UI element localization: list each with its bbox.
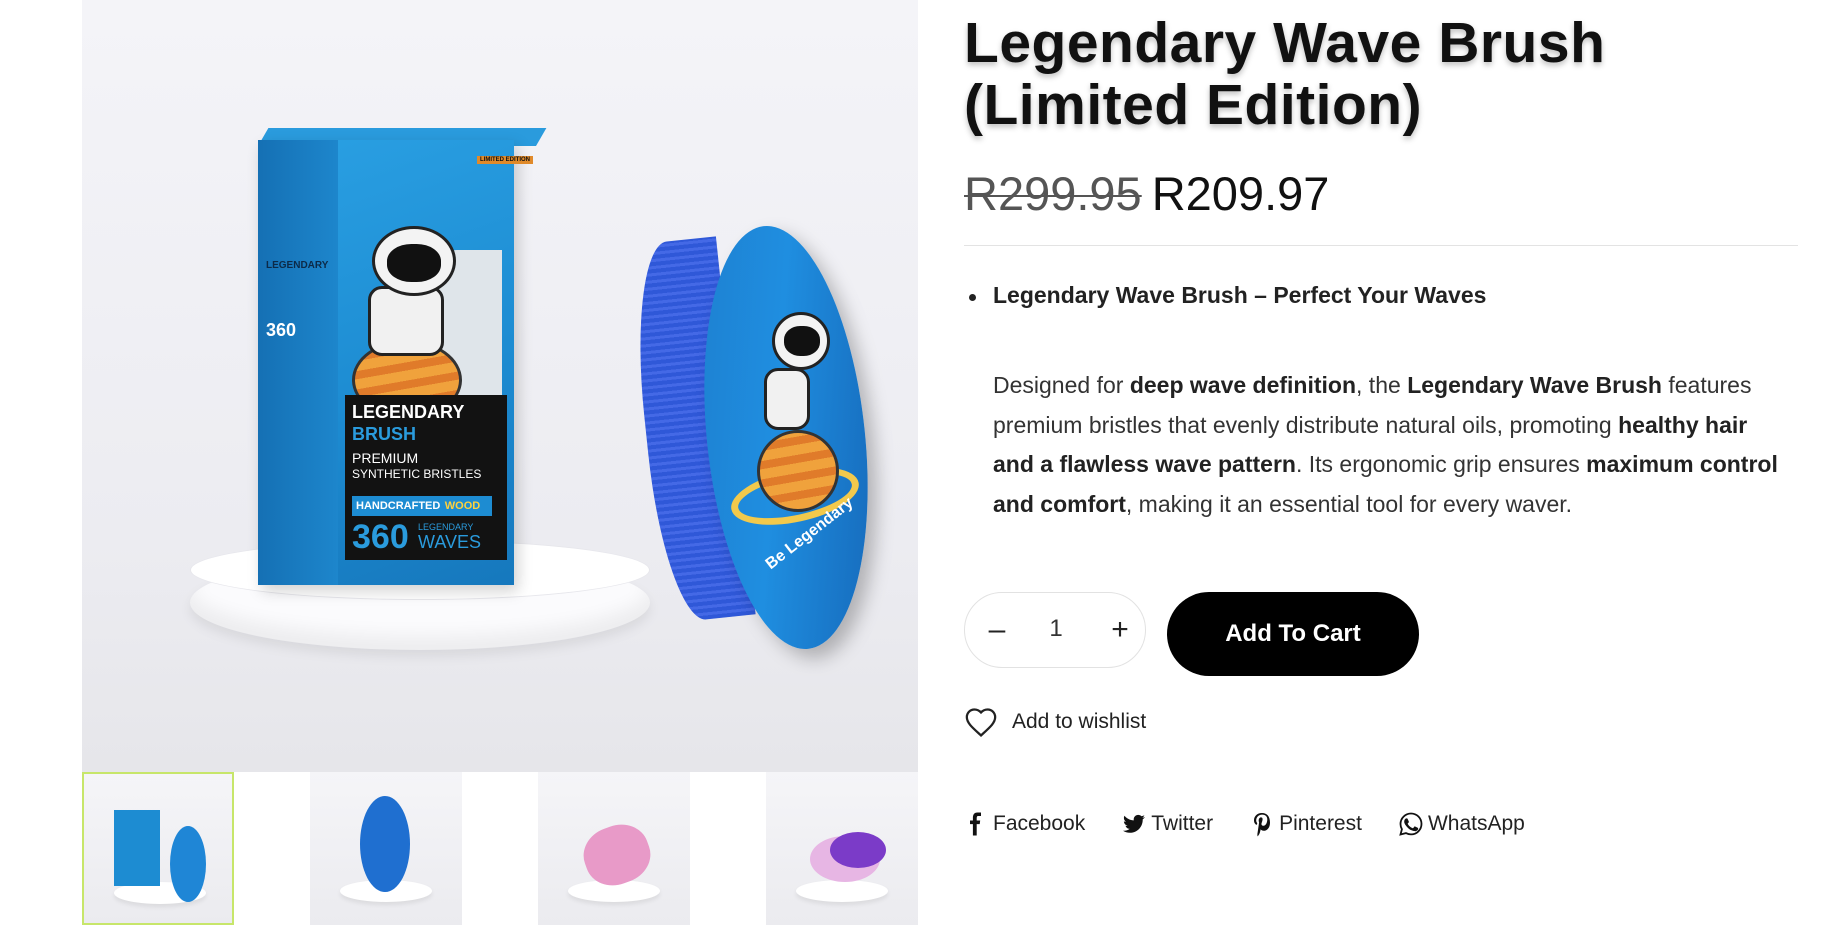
thumbnail-2[interactable] xyxy=(310,772,462,925)
heart-icon xyxy=(965,708,997,738)
box-astronaut-visor xyxy=(387,244,441,282)
add-to-cart-button[interactable]: Add To Cart xyxy=(1167,592,1419,676)
product-box-side xyxy=(258,140,338,585)
box-handcrafted: HANDCRAFTED xyxy=(356,500,441,512)
box-synthetic: SYNTHETIC BRISTLES xyxy=(352,467,482,481)
product-description: Designed for deep wave definition, the L… xyxy=(993,366,1793,524)
thumbnail-box xyxy=(114,810,160,886)
product-title: Legendary Wave Brush (Limited Edition) xyxy=(964,11,1606,137)
desc-bold: deep wave definition xyxy=(1129,372,1357,398)
wishlist-label: Add to wishlist xyxy=(1012,710,1147,733)
desc-text: , the xyxy=(1356,372,1408,398)
share-facebook[interactable]: Facebook xyxy=(964,811,1085,837)
thumbnail-strip xyxy=(82,772,918,925)
desc-text: , making it an essential tool for every … xyxy=(1125,490,1573,517)
add-to-wishlist-link[interactable]: Add to wishlist xyxy=(964,702,1146,742)
desc-text: . Its ergonomic grip ensures xyxy=(1295,451,1587,477)
facebook-icon xyxy=(970,812,981,836)
box-legendary-small: LEGENDARY xyxy=(418,522,474,532)
share-twitter[interactable]: Twitter xyxy=(1122,811,1213,837)
price: R299.95 R209.97 xyxy=(964,166,1329,221)
brush-astronaut-body xyxy=(764,368,810,430)
box-astronaut-body xyxy=(368,286,444,356)
share-pinterest[interactable]: Pinterest xyxy=(1250,811,1362,837)
share-pinterest-label: Pinterest xyxy=(1279,812,1362,835)
share-links: Facebook Twitter Pinterest WhatsApp xyxy=(964,806,1562,842)
brush-astronaut-visor xyxy=(784,326,820,356)
bullet-dot xyxy=(969,294,976,301)
thumbnail-pedestal xyxy=(796,880,888,902)
quantity-decrease-button[interactable]: – xyxy=(980,613,1014,647)
feature-bullet: Legendary Wave Brush – Perfect Your Wave… xyxy=(993,282,1487,308)
box-side-legendary: LEGENDARY xyxy=(266,260,329,271)
share-whatsapp-label: WhatsApp xyxy=(1427,812,1525,835)
box-limited-edition: LIMITED EDITION xyxy=(477,156,533,164)
desc-bold: Legendary Wave Brush xyxy=(1407,372,1662,398)
share-twitter-label: Twitter xyxy=(1151,812,1214,835)
brush-planet xyxy=(757,430,839,512)
share-facebook-label: Facebook xyxy=(993,812,1086,835)
divider xyxy=(964,245,1798,246)
quantity-increase-button[interactable]: + xyxy=(1103,613,1137,647)
price-sale: R209.97 xyxy=(1151,167,1330,220)
box-legendary: LEGENDARY xyxy=(352,402,465,422)
pinterest-icon xyxy=(1254,813,1271,837)
twitter-icon xyxy=(1123,814,1146,833)
whatsapp-icon xyxy=(1399,812,1423,836)
share-whatsapp[interactable]: WhatsApp xyxy=(1399,811,1525,837)
price-original: R299.95 xyxy=(964,167,1142,220)
box-premium: PREMIUM xyxy=(352,450,419,466)
box-side-number: 360 xyxy=(266,320,297,340)
thumbnail-3[interactable] xyxy=(538,772,690,925)
box-waves: WAVES xyxy=(418,532,482,552)
thumbnail-brush xyxy=(170,826,206,902)
quantity-input[interactable] xyxy=(1025,615,1087,643)
box-wood: WOOD xyxy=(444,500,481,512)
thumbnail-purple-bristles xyxy=(830,832,886,868)
main-product-image[interactable]: LIMITED EDITION LEGENDARY 360 LEGENDARY … xyxy=(82,0,918,772)
quantity-stepper: – + xyxy=(964,592,1146,668)
desc-text: Designed for xyxy=(993,372,1130,398)
thumbnail-1[interactable] xyxy=(82,772,234,925)
thumbnail-4[interactable] xyxy=(766,772,918,925)
box-handcrafted-band: HANDCRAFTED WOOD xyxy=(352,496,492,516)
box-brush: BRUSH xyxy=(352,424,417,444)
box-360: 360 xyxy=(352,518,409,556)
thumbnail-brush xyxy=(360,796,410,892)
